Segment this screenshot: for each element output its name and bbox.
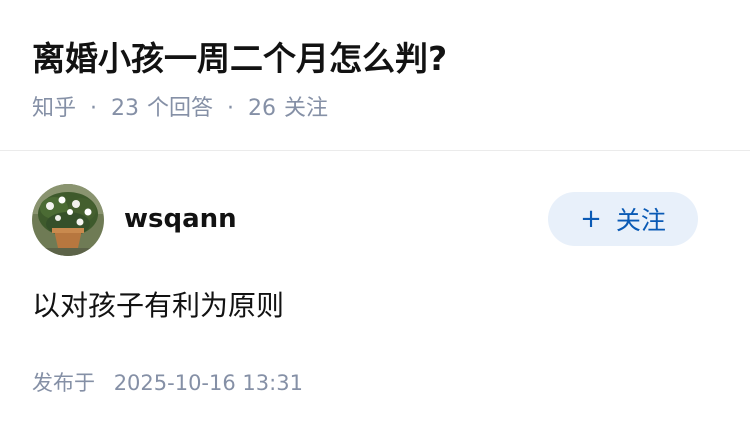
- potted-plant-avatar-icon: [32, 184, 104, 256]
- follower-count-label: 关注: [284, 96, 329, 121]
- publish-label: 发布于: [32, 371, 95, 395]
- author-name[interactable]: wsqann: [124, 202, 237, 236]
- meta-separator: ·: [227, 96, 235, 121]
- answer-content: 以对孩子有利为原则: [32, 289, 285, 322]
- publish-datetime: 2025-10-16 13:31: [113, 371, 303, 395]
- meta-separator: ·: [90, 96, 98, 121]
- author-avatar[interactable]: [32, 184, 104, 256]
- publish-info: 发布于 2025-10-16 13:31: [32, 368, 303, 398]
- question-title[interactable]: 离婚小孩一周二个月怎么判?: [32, 36, 447, 82]
- answer-count: 23: [111, 96, 140, 121]
- source-label[interactable]: 知乎: [32, 94, 76, 124]
- follow-button-label: 关注: [615, 206, 666, 235]
- plus-icon: +: [580, 204, 602, 234]
- section-divider: [0, 150, 750, 151]
- follow-button[interactable]: + 关注: [548, 192, 698, 246]
- question-meta: 知乎 · 23 个回答 · 26 关注: [32, 94, 328, 124]
- follower-count: 26: [248, 96, 277, 121]
- answer-count-label: 个回答: [147, 96, 214, 121]
